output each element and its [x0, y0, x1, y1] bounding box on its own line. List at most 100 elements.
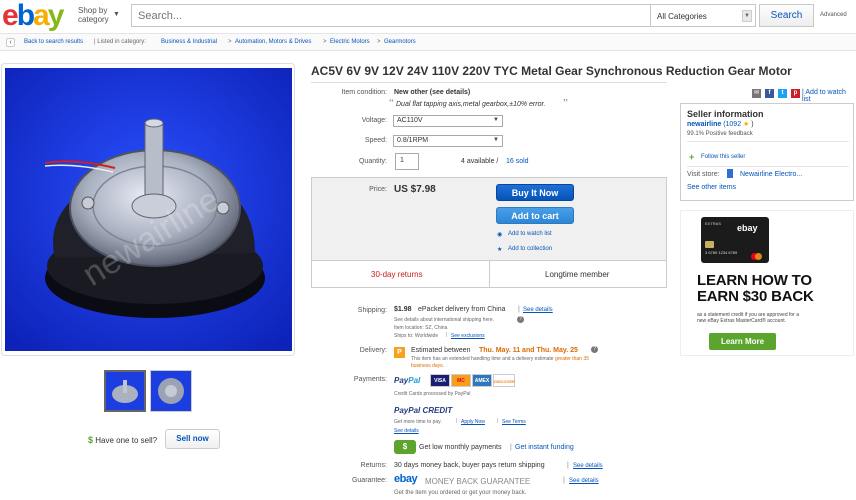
help-icon[interactable]: ?: [591, 346, 598, 353]
returns-badge: 30-day returns: [371, 270, 423, 279]
instant-funding-link[interactable]: Get instant funding: [515, 444, 574, 451]
delivery-range: Thu. May. 11 and Thu. May. 25: [479, 347, 578, 354]
chevron-left-icon[interactable]: ‹: [6, 38, 15, 47]
breadcrumb-item-electric-motors[interactable]: Electric Motors: [330, 34, 370, 50]
plus-icon: +: [689, 152, 695, 162]
money-icon: $: [394, 440, 416, 454]
condition-value[interactable]: New other (see details): [394, 89, 470, 96]
separator: |: [567, 462, 569, 469]
sold-count-link[interactable]: 16 sold: [506, 158, 529, 165]
voltage-select[interactable]: AC110V ▼: [393, 115, 503, 127]
shipping-label: Shipping:: [357, 307, 387, 314]
item-location: Item location: SZ, China: [394, 325, 448, 331]
condition-label: Item condition:: [341, 89, 387, 96]
ebay-guarantee-logo: ebay: [394, 473, 418, 485]
thumbnail-1[interactable]: [104, 370, 146, 412]
speed-select[interactable]: 0.8/1RPM ▼: [393, 135, 503, 147]
help-icon[interactable]: ?: [517, 316, 524, 323]
paypal-credit-logo: PayPal CREDIT: [394, 406, 453, 415]
add-to-cart-button[interactable]: Add to cart: [496, 207, 574, 224]
guarantee-label: Guarantee:: [351, 477, 387, 484]
mastercard-icon: [755, 253, 762, 260]
card-label: EXTRAS: [705, 221, 722, 226]
email-icon[interactable]: ✉: [752, 89, 761, 98]
divider: [687, 141, 849, 142]
price-label: Price:: [369, 186, 387, 193]
twitter-icon[interactable]: t: [778, 89, 787, 98]
see-terms-link[interactable]: See Terms: [502, 419, 526, 425]
breadcrumb-separator: >: [323, 39, 327, 45]
speed-select-value: 0.8/1RPM: [397, 137, 429, 144]
sell-now-button[interactable]: Sell now: [165, 429, 220, 449]
ebay-logo[interactable]: ebay: [2, 1, 64, 31]
add-to-watch-list-link[interactable]: | Add to watch list: [802, 89, 856, 103]
payments-label: Payments:: [353, 376, 387, 383]
advanced-search-link[interactable]: Advanced: [820, 12, 847, 18]
learn-more-button[interactable]: Learn More: [709, 333, 776, 350]
facebook-icon[interactable]: f: [765, 89, 774, 98]
follow-seller-link[interactable]: Follow this seller: [701, 154, 745, 160]
back-to-search-link[interactable]: Back to search results: [24, 34, 83, 50]
add-to-collection-link[interactable]: Add to collection: [508, 246, 552, 252]
product-image-panel[interactable]: newairline: [1, 63, 295, 356]
search-input[interactable]: [132, 5, 650, 26]
ad-fine-print: as a statement credit if you are approve…: [697, 312, 853, 324]
buy-it-now-button[interactable]: Buy It Now: [496, 184, 574, 201]
guarantee-see-details-link[interactable]: See details: [569, 478, 599, 484]
breadcrumb-item-business[interactable]: Business & Industrial: [161, 34, 217, 50]
separator: |: [510, 444, 512, 451]
close-paren: ): [751, 121, 754, 128]
see-other-items-link[interactable]: See other items: [687, 184, 736, 191]
add-to-watch-link[interactable]: Add to watch list: [508, 231, 552, 237]
longtime-member-badge: Longtime member: [545, 270, 610, 279]
quantity-input[interactable]: 1: [395, 153, 419, 170]
guarantee-note: Get the item you ordered or get your mon…: [394, 490, 527, 496]
category-select-value: All Categories: [657, 12, 707, 21]
store-icon: [727, 169, 733, 178]
voltage-label: Voltage:: [361, 117, 387, 124]
delivery-note-days: business days.: [411, 363, 445, 369]
chevron-down-icon: ▼: [493, 137, 499, 143]
paypal-credit-see-details-link[interactable]: See details: [394, 428, 419, 434]
apply-now-link[interactable]: Apply Now: [461, 419, 485, 425]
breadcrumb-item-automation[interactable]: Automation, Motors & Drives: [235, 34, 311, 50]
category-select[interactable]: All Categories ▼: [650, 4, 756, 27]
pinterest-icon[interactable]: p: [791, 89, 800, 98]
divider: [489, 260, 490, 288]
separator: |: [456, 418, 458, 424]
visa-icon: VISA: [430, 374, 450, 387]
thumbnail-image: [151, 371, 191, 411]
see-exclusions-link[interactable]: See exclusions: [451, 333, 485, 339]
store-name-link[interactable]: Newairline Electro...: [740, 171, 802, 178]
product-title: AC5V 6V 9V 12V 24V 110V 220V TYC Metal G…: [311, 64, 792, 78]
condition-note: Dual flat tapping axis,metal gearbox,±10…: [396, 101, 546, 108]
discover-icon: DISCOVER: [493, 374, 515, 387]
divider: [311, 82, 667, 83]
card-brand: ebay: [737, 223, 758, 233]
chip-icon: [705, 241, 714, 248]
seller-name-link[interactable]: newairline: [687, 121, 721, 128]
category-label: category: [78, 15, 109, 24]
thumbnail-2[interactable]: [150, 370, 192, 412]
search-box[interactable]: [131, 4, 650, 27]
feedback-score-link[interactable]: (1092: [723, 121, 741, 128]
product-image[interactable]: newairline: [5, 68, 292, 351]
chevron-down-icon[interactable]: ▼: [113, 11, 120, 18]
ad-headline-line2: EARN $30 BACK: [697, 288, 814, 305]
sell-question: Have one to sell?: [95, 436, 158, 445]
search-button[interactable]: Search: [759, 4, 814, 27]
delivery-note-text: This item has an extended handling time …: [411, 356, 554, 362]
delivery-note: This item has an extended handling time …: [411, 356, 671, 362]
shop-by-category-button[interactable]: Shop by category: [78, 6, 109, 24]
credit-processed-note: Credit Cards processed by PayPal: [394, 391, 471, 397]
thumbnail-image: [106, 372, 144, 410]
returns-see-details-link[interactable]: See details: [573, 463, 603, 469]
breadcrumb-item-gearmotors[interactable]: Gearmotors: [384, 34, 416, 50]
shipping-see-details-link[interactable]: See details: [523, 307, 553, 313]
shop-by-label: Shop by: [78, 6, 108, 15]
shipping-method: ePacket delivery from China: [418, 306, 506, 313]
breadcrumb-separator: >: [228, 39, 232, 45]
quantity-label: Quantity:: [358, 158, 387, 165]
shipping-cost: $1.98: [394, 306, 412, 313]
ad-banner[interactable]: EXTRAS ebay 3 6789 1234 6789 LEARN HOW T…: [680, 210, 854, 356]
